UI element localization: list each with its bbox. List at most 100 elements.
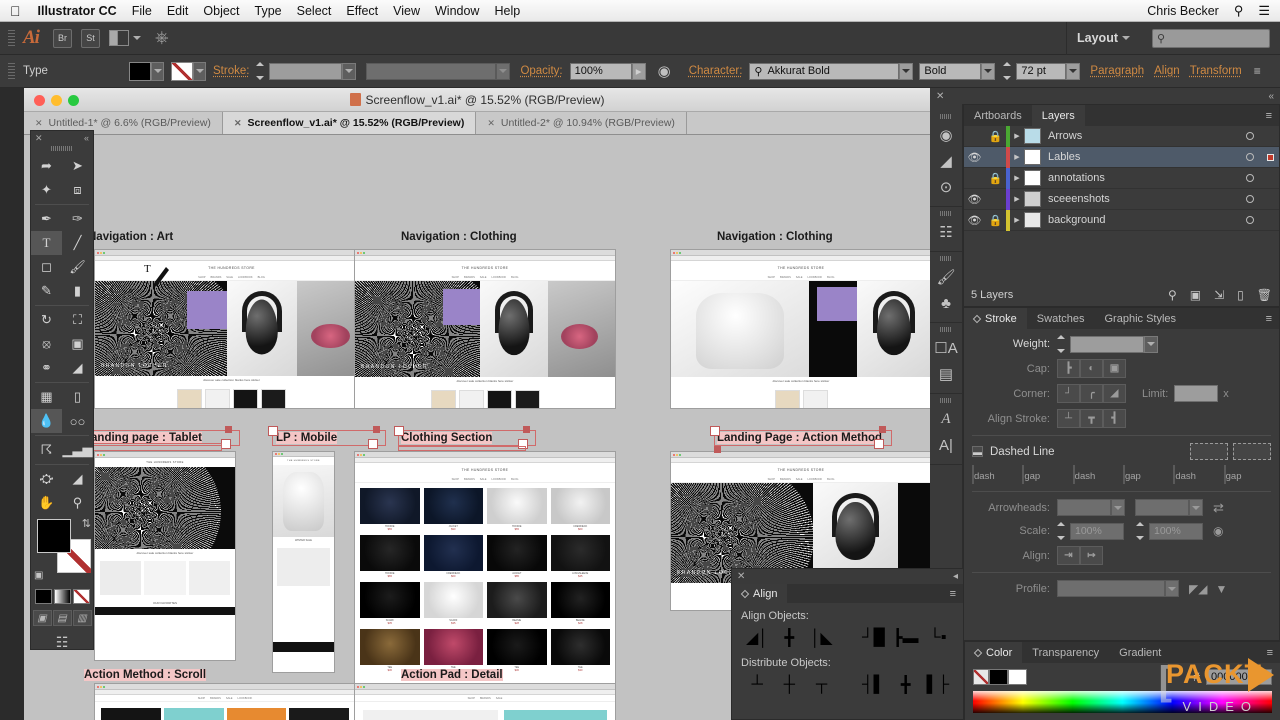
weight-stepper[interactable]: [1057, 335, 1068, 353]
selection-handle[interactable]: [714, 446, 721, 453]
selection-bounds[interactable]: [398, 430, 536, 446]
search-icon[interactable]: ⚲: [1234, 3, 1244, 19]
arrowhead-start-field[interactable]: [1057, 499, 1111, 516]
artboard-screenshot-landing-tablet[interactable]: THE HUNDREDS STORE discover sale collect…: [94, 451, 236, 661]
target-indicator[interactable]: [1239, 195, 1261, 203]
stroke-dropdown[interactable]: [193, 61, 206, 81]
butt-cap-icon[interactable]: ┣: [1057, 359, 1080, 378]
color-spectrum-bar[interactable]: [973, 691, 1272, 713]
product-card[interactable]: CREWNECK $60: [423, 535, 483, 578]
gradient-mesh-icon[interactable]: ◉: [933, 122, 959, 148]
target-indicator[interactable]: [1239, 174, 1261, 182]
visibility-toggle[interactable]: 👁: [964, 151, 985, 164]
direct-selection-tool[interactable]: ➤: [62, 154, 93, 178]
selection-handle[interactable]: [394, 426, 404, 436]
appearance-icon[interactable]: ☐A: [933, 335, 959, 361]
graphic-styles-icon[interactable]: ▤: [933, 361, 959, 387]
arrowhead-start-dropdown[interactable]: [1111, 499, 1125, 516]
default-fill-stroke-icon[interactable]: ▣: [34, 570, 43, 581]
product-card[interactable]: JACKET $85: [487, 535, 547, 578]
arrange-documents-icon[interactable]: [108, 30, 141, 46]
curvature-tool[interactable]: ✑: [62, 207, 93, 231]
magic-wand-tool[interactable]: ✦: [31, 178, 62, 202]
font-size-dropdown[interactable]: [1066, 62, 1081, 80]
scale-start-stepper[interactable]: [1057, 522, 1068, 540]
fill-dropdown[interactable]: [151, 61, 164, 81]
apple-icon[interactable]: : [10, 4, 21, 18]
workspace-switcher[interactable]: Layout: [1066, 21, 1140, 55]
stock-button[interactable]: St: [80, 28, 100, 48]
hand-tool[interactable]: ✋: [31, 491, 62, 515]
layer-name[interactable]: background: [1048, 214, 1239, 226]
menu-type[interactable]: Type: [255, 4, 282, 18]
hex-input[interactable]: 000000: [1206, 669, 1272, 685]
create-new-layer-icon[interactable]: ▯: [1237, 288, 1244, 302]
font-size-field[interactable]: 72 pt: [1016, 62, 1067, 80]
collapse-icon[interactable]: ◂: [953, 571, 958, 582]
mesh-tool[interactable]: ▦: [31, 385, 62, 409]
selection-handle[interactable]: [221, 439, 231, 449]
transform-link[interactable]: Transform: [1190, 65, 1242, 77]
make-clipping-mask-icon[interactable]: ▣: [1190, 288, 1201, 302]
fill-swatch[interactable]: [989, 669, 1008, 685]
align-center-icon[interactable]: ┴: [1057, 409, 1080, 428]
menu-object[interactable]: Object: [203, 4, 239, 18]
dashed-line-checkbox[interactable]: ▬: [972, 446, 983, 457]
vertical-align-top-icon[interactable]: ┘█: [857, 626, 889, 650]
tab-artboards[interactable]: Artboards: [964, 105, 1032, 126]
stroke-swatch[interactable]: [1008, 669, 1027, 685]
align-link[interactable]: Align: [1154, 65, 1180, 77]
gap-field-1[interactable]: gap: [1022, 465, 1069, 484]
fill-color-swatch[interactable]: [37, 519, 71, 553]
panel-menu-icon[interactable]: ≡: [1259, 308, 1279, 329]
draw-inside-icon[interactable]: ▥: [72, 610, 92, 626]
weight-field[interactable]: [1070, 335, 1144, 353]
selection-handle[interactable]: [710, 426, 720, 436]
product-card[interactable]: TEE$30: [487, 629, 547, 672]
gap-field-3[interactable]: gap: [1223, 465, 1271, 484]
paragraph-link[interactable]: Paragraph: [1090, 65, 1144, 77]
selection-handle[interactable]: [879, 426, 886, 433]
artboard-tool[interactable]: ⛮: [31, 467, 62, 491]
layer-row-arrows[interactable]: 🔒 ▶ Arrows: [964, 125, 1279, 147]
none-icon[interactable]: [973, 669, 989, 685]
scale-end-stepper[interactable]: [1136, 522, 1147, 540]
arrowhead-end-field[interactable]: [1135, 499, 1189, 516]
zoom-window-button[interactable]: [68, 95, 79, 106]
list-icon[interactable]: ☰: [1258, 3, 1270, 19]
product-card[interactable]: JACKET $90: [423, 488, 483, 531]
draw-normal-icon[interactable]: ▣: [32, 610, 52, 626]
close-icon[interactable]: ✕: [487, 118, 495, 129]
profile-dropdown[interactable]: [1165, 580, 1179, 597]
controlbar-gripper[interactable]: [8, 61, 15, 81]
brushes-icon[interactable]: 🖌: [933, 264, 959, 290]
lock-toggle[interactable]: 🔒: [985, 214, 1006, 227]
rectangle-tool[interactable]: ◻: [31, 255, 62, 279]
scale-start-field[interactable]: 100%: [1070, 522, 1124, 540]
vertical-distribute-center-icon[interactable]: ┼: [773, 673, 805, 697]
swatches-libraries-icon[interactable]: ♣: [933, 290, 959, 316]
type-tool[interactable]: T: [31, 231, 62, 255]
selection-bounds[interactable]: [714, 430, 892, 446]
tools-panel-gripper[interactable]: [51, 146, 73, 151]
selection-bounds[interactable]: [398, 446, 526, 451]
free-transform-tool[interactable]: ▣: [62, 332, 93, 356]
minimize-window-button[interactable]: [51, 95, 62, 106]
draw-behind-icon[interactable]: ▤: [52, 610, 72, 626]
product-card[interactable]: HOODIE $65: [487, 488, 547, 531]
product-card[interactable]: BEANIE $28: [487, 582, 547, 625]
perspective-grid-tool[interactable]: ◢: [62, 356, 93, 380]
layer-row-lables[interactable]: 👁 ▶ Lables: [964, 146, 1279, 168]
dash-field-1[interactable]: dash: [972, 465, 1019, 484]
layer-row-background[interactable]: 👁 🔒 ▶ background: [964, 209, 1279, 231]
layer-name[interactable]: sceeenshots: [1048, 193, 1239, 205]
product-card[interactable]: SCARF $35: [423, 582, 483, 625]
layer-row-annotations[interactable]: 🔒 ▶ annotations: [964, 167, 1279, 189]
expand-layer-icon[interactable]: ▶: [1010, 216, 1024, 224]
stroke-weight-dropdown[interactable]: [342, 62, 357, 80]
lock-toggle[interactable]: 🔒: [985, 130, 1006, 143]
artboard-label-navigation-clothing-1[interactable]: Navigation : Clothing: [401, 231, 517, 243]
align-inside-icon[interactable]: ┳: [1080, 409, 1103, 428]
selection-tool[interactable]: ➦: [31, 154, 62, 178]
blend-tool[interactable]: ○○: [62, 409, 93, 433]
